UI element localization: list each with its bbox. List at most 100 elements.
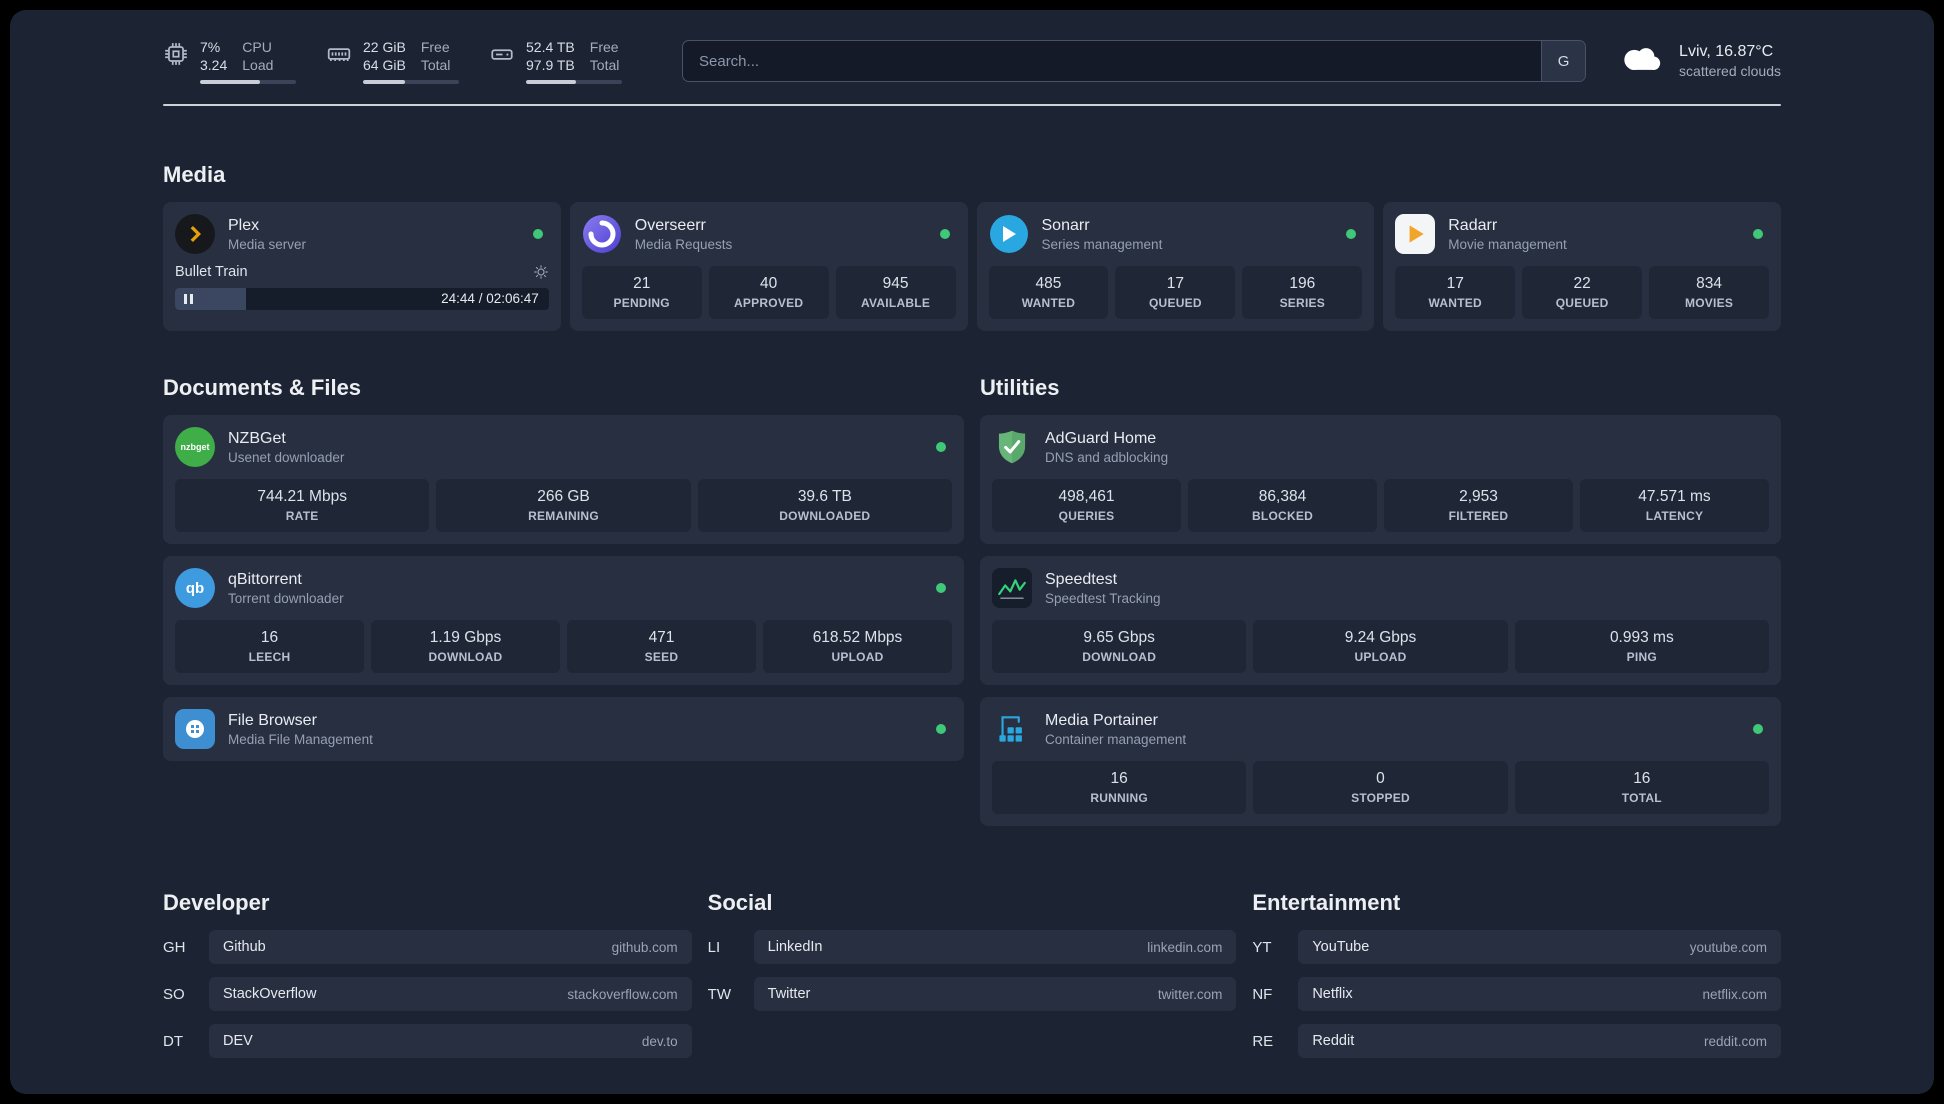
stat-series: 196 SERIES xyxy=(1242,266,1363,320)
stat-value: 266 GB xyxy=(537,488,590,506)
adguard-icon xyxy=(992,427,1032,467)
stat-ping: 0.993 ms PING xyxy=(1514,620,1769,674)
service-name: File Browser xyxy=(228,711,317,729)
bookmark-abbr: SO xyxy=(163,985,185,1003)
service-card-speedtest: Speedtest Speedtest Tracking 9.65 Gbps D… xyxy=(980,556,1781,686)
bookmark-link-netflix[interactable]: Netflix netflix.com xyxy=(1298,977,1781,1012)
stat-value: 17 xyxy=(1166,275,1184,293)
status-dot-online xyxy=(532,229,543,240)
stat-value: 16 xyxy=(1633,770,1651,788)
section-utilities: Utilities AdGuard Home DNS and adblockin… xyxy=(980,375,1781,827)
memory-free-value: 22 GiB xyxy=(363,39,406,55)
bookmark-abbr: TW xyxy=(707,985,731,1003)
bookmark-link-reddit[interactable]: Reddit reddit.com xyxy=(1298,1024,1781,1059)
search-provider-button[interactable]: G xyxy=(1541,41,1586,82)
search-bar: G xyxy=(682,40,1587,83)
bookmark-url: youtube.com xyxy=(1689,939,1767,955)
stat-label: REMAINING xyxy=(528,509,599,524)
bookmark-twitter: TW Twitter twitter.com xyxy=(707,977,1237,1012)
cloud-icon xyxy=(1616,41,1666,82)
stat-wanted: 485 WANTED xyxy=(988,266,1109,320)
portainer-icon xyxy=(992,709,1032,749)
stat-value: 618.52 Mbps xyxy=(812,629,903,647)
disk-total-value: 97.9 TB xyxy=(526,57,575,74)
stat-available: 945 AVAILABLE xyxy=(835,266,956,320)
bookmark-url: reddit.com xyxy=(1703,1033,1767,1049)
service-name: Media Portainer xyxy=(1045,711,1158,729)
service-link-filebrowser[interactable]: File Browser Media File Management xyxy=(175,709,952,750)
bookmark-link-youtube[interactable]: YouTube youtube.com xyxy=(1298,930,1781,965)
bookmark-link-dev[interactable]: DEV dev.to xyxy=(209,1024,692,1059)
bookmark-abbr: YT xyxy=(1252,938,1272,956)
service-link-speedtest[interactable]: Speedtest Speedtest Tracking xyxy=(992,568,1769,609)
service-link-plex[interactable]: Plex Media server xyxy=(175,214,549,255)
bookmark-link-stackoverflow[interactable]: StackOverflow stackoverflow.com xyxy=(209,977,692,1012)
service-link-portainer[interactable]: Media Portainer Container management xyxy=(992,709,1769,749)
service-card-qbittorrent: qb qBittorrent Torrent downloader 16 LEE… xyxy=(163,556,964,686)
bookmark-link-github[interactable]: Github github.com xyxy=(209,930,692,965)
service-link-radarr[interactable]: Radarr Movie management xyxy=(1395,214,1769,255)
stat-value: 196 xyxy=(1289,275,1316,293)
bookmark-link-linkedin[interactable]: LinkedIn linkedin.com xyxy=(753,930,1237,965)
gear-icon[interactable] xyxy=(533,264,549,280)
stat-value: 834 xyxy=(1696,275,1722,293)
cpu-load-value: 3.24 xyxy=(200,57,228,74)
bookmark-linkedin: LI LinkedIn linkedin.com xyxy=(708,930,1237,965)
service-link-sonarr[interactable]: Sonarr Series management xyxy=(989,214,1363,254)
stat-value: 16 xyxy=(260,629,279,647)
stat-label: TOTAL xyxy=(1621,791,1662,806)
search-input[interactable] xyxy=(683,52,1542,70)
top-bar: 7% 3.24 CPU Load 22 GiB 64 GiB Free Tota… xyxy=(163,38,1781,85)
stat-value: 498,461 xyxy=(1058,488,1115,506)
disk-icon xyxy=(489,41,515,67)
stat-value: 17 xyxy=(1446,275,1464,293)
service-link-adguard[interactable]: AdGuard Home DNS and adblocking xyxy=(992,427,1769,467)
stat-label: WANTED xyxy=(1428,296,1482,311)
service-card-sonarr: Sonarr Series management 485 WANTED 17 Q… xyxy=(976,202,1375,332)
service-link-overseerr[interactable]: Overseerr Media Requests xyxy=(582,214,956,254)
cpu-usage-value: 7% xyxy=(200,39,221,55)
service-name: Sonarr xyxy=(1041,216,1090,234)
nzbget-icon: nzbget xyxy=(175,427,215,468)
service-name: Radarr xyxy=(1448,216,1498,234)
status-dot-online xyxy=(1753,229,1763,240)
sonarr-icon xyxy=(989,214,1029,254)
memory-progress-track xyxy=(363,80,459,85)
service-card-plex: Plex Media server Bullet Train 24:44 / 0… xyxy=(163,202,561,332)
service-name: NZBGet xyxy=(228,429,286,447)
bookmark-url: netflix.com xyxy=(1702,986,1767,1002)
bookmark-abbr: DT xyxy=(163,1032,183,1050)
service-link-nzbget[interactable]: nzbget NZBGet Usenet downloader xyxy=(175,427,952,468)
service-card-portainer: Media Portainer Container management 16 … xyxy=(980,697,1781,827)
bookmark-name: Twitter xyxy=(767,986,811,1003)
bookmark-stackoverflow: SO StackOverflow stackoverflow.com xyxy=(163,977,692,1012)
service-description: Media Requests xyxy=(634,236,733,252)
bookmark-link-twitter[interactable]: Twitter twitter.com xyxy=(753,977,1237,1012)
status-dot-online xyxy=(936,583,946,594)
service-card-radarr: Radarr Movie management 17 WANTED 22 QUE… xyxy=(1383,202,1781,332)
filebrowser-icon xyxy=(175,709,215,750)
stat-upload: 9.24 Gbps UPLOAD xyxy=(1253,620,1508,674)
stat-value: 40 xyxy=(760,275,778,293)
section-title-social: Social xyxy=(707,890,773,916)
section-title-documents: Documents & Files xyxy=(163,375,362,401)
stat-label: PENDING xyxy=(613,296,670,311)
bookmark-reddit: RE Reddit reddit.com xyxy=(1252,1024,1781,1059)
playback-progress-bar[interactable]: 24:44 / 02:06:47 xyxy=(175,288,549,311)
stat-value: 9.65 Gbps xyxy=(1083,629,1155,647)
stat-label: MOVIES xyxy=(1684,296,1734,311)
pause-icon[interactable] xyxy=(184,294,193,305)
now-playing-title: Bullet Train xyxy=(175,264,248,281)
stat-label: PING xyxy=(1626,650,1657,665)
status-dot-online xyxy=(1753,724,1763,735)
disk-free-value: 52.4 TB xyxy=(526,39,575,55)
stat-value: 0 xyxy=(1376,770,1385,788)
memory-total-label: Total xyxy=(420,57,451,74)
service-link-qbittorrent[interactable]: qb qBittorrent Torrent downloader xyxy=(175,568,952,609)
radarr-icon xyxy=(1395,214,1436,255)
bookmark-url: stackoverflow.com xyxy=(567,986,678,1002)
stat-latency: 47.571 ms LATENCY xyxy=(1580,479,1769,533)
bookmark-name: Reddit xyxy=(1312,1033,1355,1050)
playback-time: 24:44 / 02:06:47 xyxy=(441,291,539,307)
stat-label: QUEUED xyxy=(1148,296,1202,311)
